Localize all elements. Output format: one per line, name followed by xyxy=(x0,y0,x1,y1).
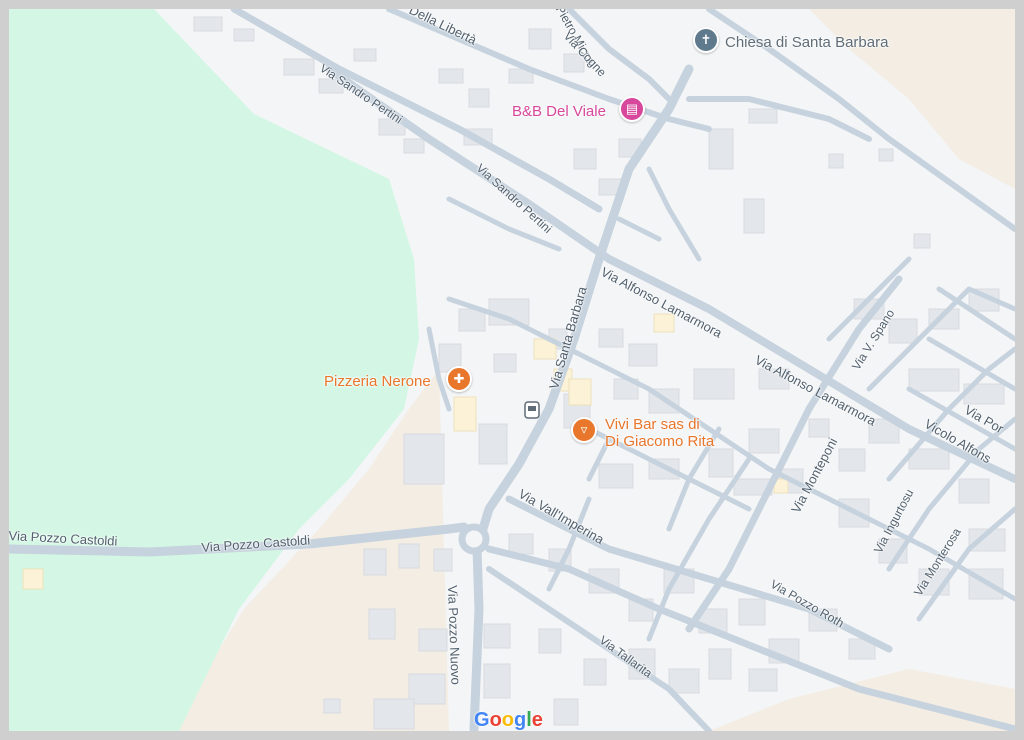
road xyxy=(616,216,662,242)
fork-knife-icon[interactable]: ✚ xyxy=(446,366,472,392)
road xyxy=(646,166,702,262)
poi-label-church[interactable]: Chiesa di Santa Barbara xyxy=(725,35,888,51)
map-viewport[interactable]: Della Libertà Pietro Micca Via Cogne Via… xyxy=(9,9,1015,731)
poi-label-pizzeria[interactable]: Pizzeria Nerone xyxy=(324,374,431,390)
google-logo: Google xyxy=(474,709,543,731)
bed-icon[interactable]: ▤ xyxy=(619,96,645,122)
street-label-pozzo-nuovo: Via Pozzo Nuovo xyxy=(445,584,464,685)
roundabout xyxy=(458,523,490,555)
poi-label-bar-line1[interactable]: Vivi Bar sas di xyxy=(605,417,700,433)
poi-label-bar-line2[interactable]: Di Giacomo Rita xyxy=(605,434,714,450)
cocktail-glass-icon[interactable]: ▿ xyxy=(571,417,597,443)
church-cross-icon[interactable]: ✝ xyxy=(693,27,719,53)
bus-stop-icon xyxy=(524,401,540,419)
poi-label-bnb[interactable]: B&B Del Viale xyxy=(512,104,606,120)
